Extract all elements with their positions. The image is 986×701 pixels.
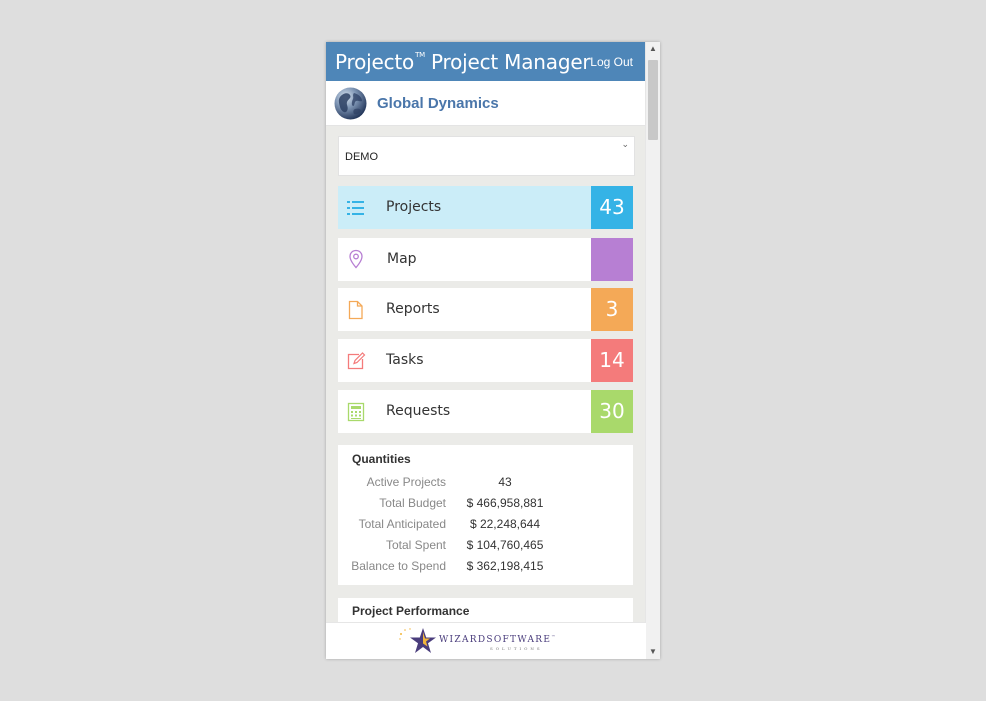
quantity-label: Active Projects [366, 475, 446, 489]
app-subtitle: Project Manager [431, 50, 591, 74]
chevron-down-icon: ⌄ [621, 139, 629, 149]
tile-reports[interactable]: Reports 3 [338, 288, 633, 331]
quantities-panel: Quantities Active Projects 43 Total Budg… [338, 445, 633, 585]
document-icon [348, 300, 363, 320]
tile-count-badge [591, 238, 633, 281]
footer: WIZARDSOFTWARE™ SOLUTIONS [326, 622, 646, 659]
quantity-value: 43 [498, 475, 512, 489]
company-bar: Global Dynamics [326, 81, 646, 126]
brand-name: WIZARDSOFTWARE™ [439, 634, 557, 645]
brand-logo: WIZARDSOFTWARE™ SOLUTIONS [397, 626, 565, 657]
company-name: Global Dynamics [377, 95, 499, 112]
tile-requests[interactable]: Requests 30 [338, 390, 633, 433]
tile-label: Map [387, 251, 417, 267]
tile-label: Reports [386, 301, 440, 317]
edit-icon [347, 352, 366, 370]
quantity-value: $ 362,198,415 [466, 559, 544, 573]
tile-label: Projects [386, 199, 442, 215]
list-icon [347, 201, 364, 215]
quantity-value: $ 22,248,644 [469, 517, 541, 531]
tile-projects[interactable]: Projects 43 [338, 186, 633, 229]
quantity-value: $ 104,760,465 [466, 538, 544, 552]
logout-link[interactable]: Log Out [590, 55, 633, 69]
brand-tagline: SOLUTIONS [490, 646, 543, 651]
tile-count-badge: 14 [591, 339, 633, 382]
tile-count-badge: 30 [591, 390, 633, 433]
app-header: ProjectoTM Project Manager Log Out [326, 42, 646, 81]
quantity-label: Total Spent [385, 538, 446, 552]
globe-icon [334, 87, 367, 120]
app-window: ProjectoTM Project Manager Log Out Global… [326, 42, 660, 659]
calculator-icon [347, 402, 365, 422]
app-name: Projecto [335, 50, 415, 74]
star-icon [399, 628, 436, 653]
project-performance-title: Project Performance [352, 604, 470, 618]
select-value: DEMO [345, 151, 378, 163]
quantity-label: Total Budget [379, 496, 446, 510]
quantity-label: Total Anticipated [358, 517, 446, 531]
vertical-scrollbar[interactable]: ▲ ▼ [645, 42, 660, 659]
trademark-mark: TM [415, 51, 425, 59]
map-pin-icon [349, 249, 363, 269]
tile-map[interactable]: Map [338, 238, 633, 281]
scroll-up-arrow-icon[interactable]: ▲ [646, 42, 660, 56]
quantity-value: $ 466,958,881 [466, 496, 544, 510]
app-title: ProjectoTM Project Manager [335, 50, 591, 74]
tile-count-badge: 3 [591, 288, 633, 331]
scroll-thumb[interactable] [648, 60, 658, 140]
tile-tasks[interactable]: Tasks 14 [338, 339, 633, 382]
scroll-down-arrow-icon[interactable]: ▼ [646, 645, 660, 659]
quantities-title: Quantities [352, 452, 411, 466]
tile-count-badge: 43 [591, 186, 633, 229]
tile-label: Requests [386, 403, 451, 419]
tile-label: Tasks [386, 352, 424, 368]
organization-select[interactable]: DEMO ⌄ [338, 136, 635, 176]
quantity-label: Balance to Spend [351, 559, 446, 573]
